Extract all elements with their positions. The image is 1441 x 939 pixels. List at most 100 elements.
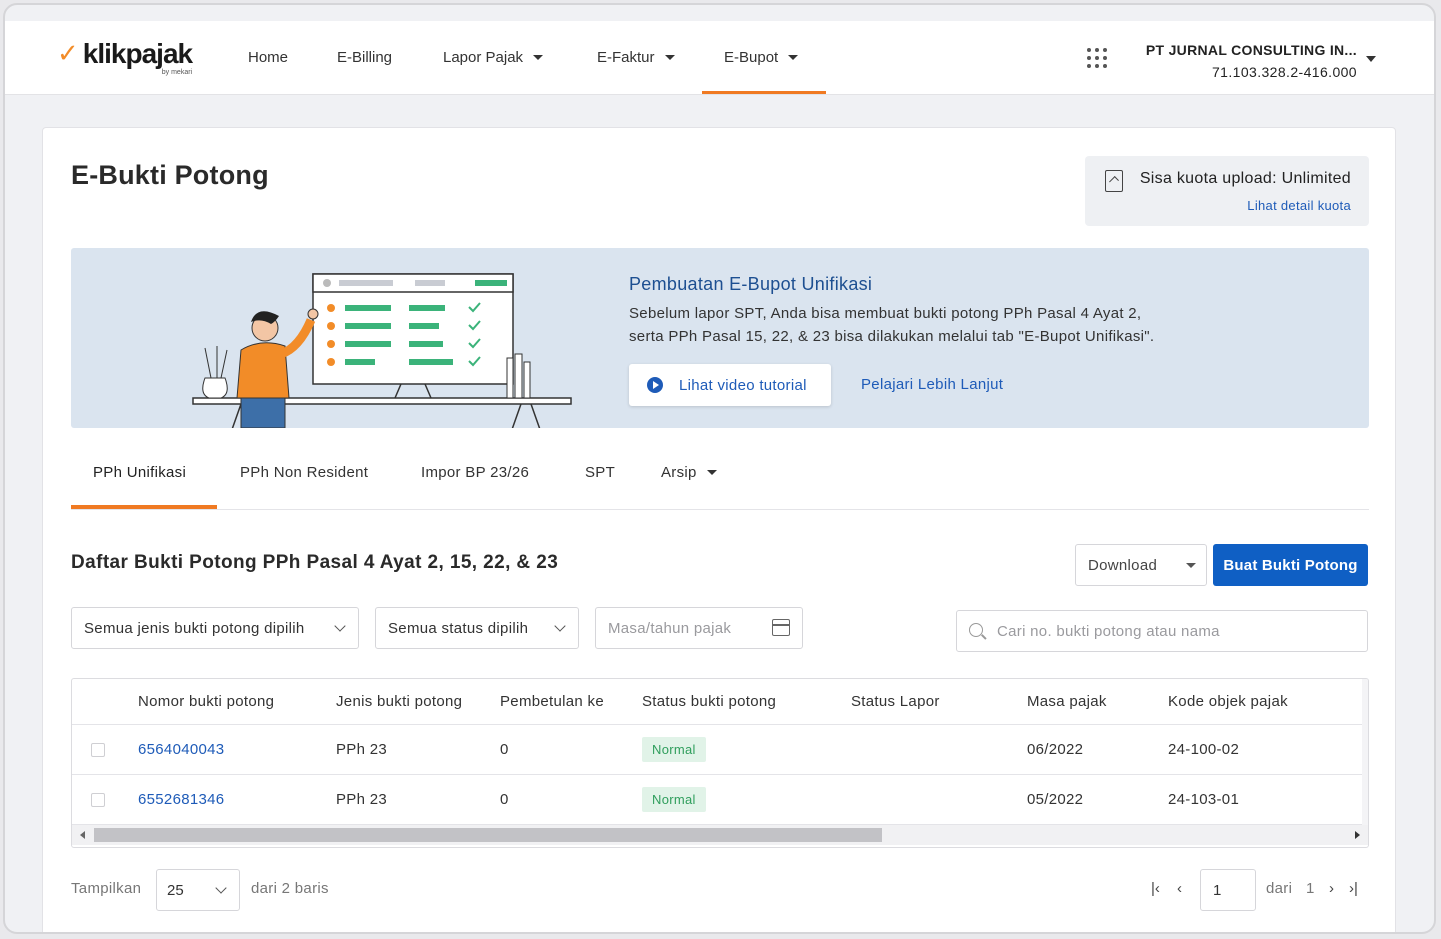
download-dropdown-button[interactable]: Download	[1075, 544, 1207, 586]
row-checkbox[interactable]	[91, 792, 105, 807]
total-pages: 1	[1306, 880, 1315, 897]
kode-cell: 24-103-01	[1168, 791, 1240, 808]
upload-document-icon	[1105, 170, 1123, 192]
caret-down-icon	[1186, 563, 1196, 568]
company-name: PT JURNAL CONSULTING IN...	[1145, 42, 1357, 58]
row-checkbox-cell	[91, 725, 105, 774]
of-label: dari	[1266, 880, 1293, 897]
nav-e-bupot[interactable]: E-Bupot	[724, 49, 799, 66]
quota-detail-link[interactable]: Lihat detail kuota	[1247, 198, 1351, 213]
check-logo-icon: ✓	[57, 38, 79, 68]
nav-active-indicator	[702, 91, 826, 94]
search-icon	[969, 623, 983, 637]
tab-spt[interactable]: SPT	[585, 464, 615, 481]
tab-impor-bp[interactable]: Impor BP 23/26	[421, 464, 529, 481]
tab-pph-non-resident[interactable]: PPh Non Resident	[240, 464, 368, 481]
last-page-icon[interactable]: ›|	[1349, 880, 1358, 897]
tab-pph-non-resident-label: PPh Non Resident	[240, 464, 369, 481]
horizontal-scrollbar[interactable]	[72, 825, 1368, 845]
play-icon	[647, 377, 663, 393]
pembetulan-cell: 0	[500, 791, 509, 808]
current-page-value: 1	[1213, 881, 1222, 899]
header-pembetulan[interactable]: Pembetulan ke	[500, 679, 604, 724]
table-row[interactable]: 6552681346 PPh 23 0 Normal 05/2022 24-10…	[72, 775, 1368, 825]
table-row[interactable]: 6564040043 PPh 23 0 Normal 06/2022 24-10…	[72, 725, 1368, 775]
header-status-bukti[interactable]: Status bukti potong	[642, 679, 776, 724]
page-size-label: Tampilkan	[71, 880, 142, 897]
vertical-scrollbar[interactable]	[1362, 679, 1368, 825]
status-cell: Normal	[642, 725, 706, 774]
apps-grid-icon[interactable]	[1087, 48, 1107, 68]
prev-page-icon[interactable]: ‹	[1177, 880, 1182, 897]
tab-pph-unifikasi[interactable]: PPh Unifikasi	[93, 464, 186, 481]
nav-e-bupot-label: E-Bupot	[724, 49, 779, 66]
create-bukti-potong-button[interactable]: Buat Bukti Potong	[1213, 544, 1368, 586]
current-page-input[interactable]: 1	[1200, 869, 1256, 911]
calendar-icon[interactable]	[772, 619, 790, 636]
nav-home-label: Home	[248, 49, 289, 66]
page-size-select[interactable]: 25	[156, 869, 240, 911]
caret-down-icon	[664, 55, 675, 60]
status-filter-select[interactable]: Semua status dipilih	[375, 607, 579, 649]
header-masa-pajak[interactable]: Masa pajak	[1027, 679, 1107, 724]
masa-cell: 05/2022	[1027, 791, 1084, 808]
caret-down-icon	[788, 55, 799, 60]
info-banner: Pembuatan E-Bupot Unifikasi Sebelum lapo…	[71, 248, 1369, 428]
header-nomor[interactable]: Nomor bukti potong	[138, 679, 274, 724]
search-input[interactable]: Cari no. bukti potong atau nama	[956, 610, 1368, 652]
status-filter-value: Semua status dipilih	[388, 619, 529, 637]
header-kode-objek[interactable]: Kode objek pajak	[1168, 679, 1288, 724]
tab-active-indicator	[71, 505, 217, 509]
app-window: ✓ klikpajak by mekari Home E-Billing Lap…	[3, 3, 1436, 934]
learn-more-link[interactable]: Pelajari Lebih Lanjut	[861, 376, 1003, 393]
banner-description: Sebelum lapor SPT, Anda bisa membuat buk…	[629, 302, 1229, 348]
chevron-down-icon	[554, 620, 566, 632]
status-badge: Normal	[642, 787, 706, 812]
upload-quota-box: Sisa kuota upload: Unlimited Lihat detai…	[1085, 156, 1369, 226]
nomor-link[interactable]: 6552681346	[138, 775, 224, 824]
tab-spt-label: SPT	[585, 464, 616, 481]
horizontal-scroll-thumb[interactable]	[94, 828, 882, 842]
first-page-icon[interactable]: |‹	[1151, 880, 1160, 897]
tab-arsip[interactable]: Arsip	[661, 464, 717, 481]
nav-e-billing[interactable]: E-Billing	[337, 49, 392, 66]
nav-e-billing-label: E-Billing	[337, 49, 393, 66]
banner-illustration	[192, 273, 572, 428]
banner-desc-line-2: serta PPh Pasal 15, 22, & 23 bisa dilaku…	[629, 328, 1155, 345]
jenis-cell: PPh 23	[336, 791, 388, 808]
period-date-input[interactable]: Masa/tahun pajak	[595, 607, 803, 649]
nav-home[interactable]: Home	[248, 49, 288, 66]
main-card: E-Bukti Potong Sisa kuota upload: Unlimi…	[42, 127, 1396, 932]
nav-lapor-pajak-label: Lapor Pajak	[443, 49, 524, 66]
nav-lapor-pajak[interactable]: Lapor Pajak	[443, 49, 544, 66]
chevron-down-icon	[215, 882, 227, 894]
tab-bar: PPh Unifikasi PPh Non Resident Impor BP …	[71, 448, 1369, 510]
status-badge: Normal	[642, 737, 706, 762]
type-filter-select[interactable]: Semua jenis bukti potong dipilih	[71, 607, 359, 649]
header-status-lapor[interactable]: Status Lapor	[851, 679, 940, 724]
tab-impor-bp-label: Impor BP 23/26	[421, 464, 530, 481]
nomor-link[interactable]: 6564040043	[138, 725, 224, 774]
brand-name: klikpajak	[82, 38, 193, 69]
scroll-right-arrow-icon[interactable]	[1355, 831, 1360, 839]
status-cell: Normal	[642, 775, 706, 824]
scroll-left-arrow-icon[interactable]	[80, 831, 85, 839]
nav-e-faktur-label: E-Faktur	[597, 49, 655, 66]
row-checkbox[interactable]	[91, 742, 105, 757]
video-tutorial-button[interactable]: Lihat video tutorial	[629, 364, 831, 406]
company-caret-down-icon[interactable]	[1366, 56, 1376, 62]
brand-byline: by mekari	[161, 69, 193, 76]
download-label: Download	[1088, 556, 1158, 574]
page-title: E-Bukti Potong	[71, 160, 269, 190]
banner-desc-line-1: Sebelum lapor SPT, Anda bisa membuat buk…	[629, 305, 1142, 322]
next-page-icon[interactable]: ›	[1329, 880, 1334, 897]
quota-text: Sisa kuota upload: Unlimited	[1139, 170, 1351, 187]
search-placeholder: Cari no. bukti potong atau nama	[997, 622, 1220, 640]
header-jenis[interactable]: Jenis bukti potong	[336, 679, 462, 724]
klikpajak-logo[interactable]: ✓ klikpajak by mekari	[57, 38, 193, 77]
row-checkbox-cell	[91, 775, 105, 824]
masa-cell: 06/2022	[1027, 741, 1084, 758]
nav-e-faktur[interactable]: E-Faktur	[597, 49, 675, 66]
company-switcher[interactable]: PT JURNAL CONSULTING IN... 71.103.328.2-…	[1146, 39, 1357, 83]
caret-down-icon	[533, 55, 544, 60]
